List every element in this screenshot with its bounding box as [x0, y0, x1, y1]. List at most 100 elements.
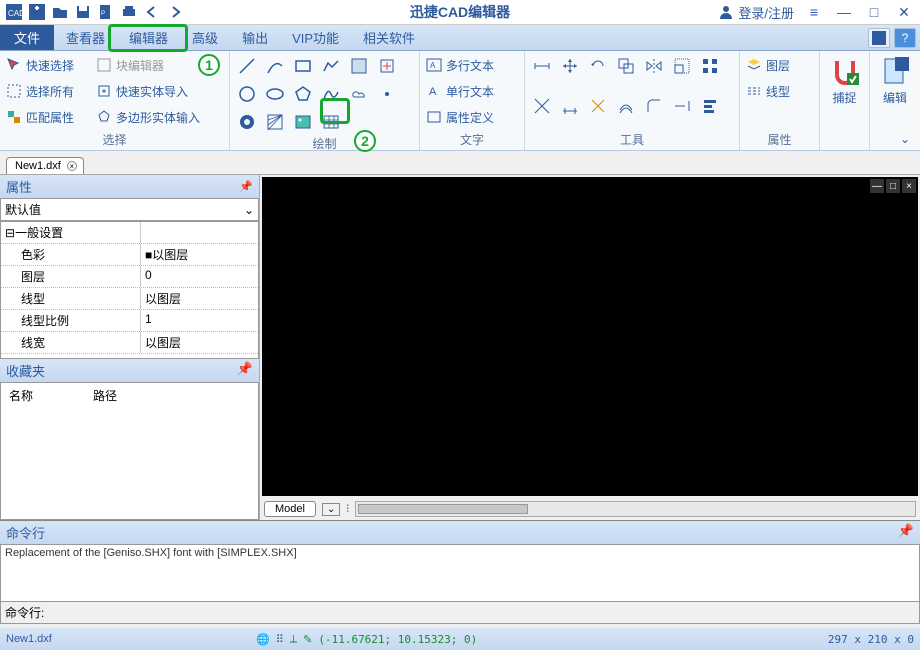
- mtext[interactable]: A多行文本: [426, 55, 494, 75]
- text[interactable]: A单行文本: [426, 81, 494, 101]
- prop-val[interactable]: 1: [141, 310, 258, 331]
- fillet-icon[interactable]: [643, 95, 665, 117]
- login-button[interactable]: 登录/注册: [718, 3, 794, 22]
- match-props[interactable]: 匹配属性: [6, 107, 96, 127]
- ribbon-collapse-icon[interactable]: ⌄: [900, 132, 916, 148]
- line-icon[interactable]: [236, 55, 258, 77]
- grid-toggle-icon[interactable]: ⠿: [276, 633, 284, 646]
- spline-icon[interactable]: [320, 83, 342, 105]
- undo-icon[interactable]: [142, 2, 162, 22]
- hatch-icon[interactable]: [264, 111, 286, 133]
- tab-viewer[interactable]: 查看器: [54, 25, 117, 50]
- status-file: New1.dxf: [6, 633, 256, 645]
- circle-icon[interactable]: [236, 83, 258, 105]
- trim-icon[interactable]: [531, 95, 553, 117]
- quick-entity-import[interactable]: 快速实体导入: [96, 81, 200, 101]
- default-value-dropdown[interactable]: 默认值⌄: [0, 198, 259, 221]
- select-all[interactable]: 选择所有: [6, 81, 96, 101]
- align-icon[interactable]: [699, 95, 721, 117]
- linetype-btn[interactable]: 线型: [746, 81, 790, 101]
- table-icon[interactable]: [320, 111, 342, 133]
- image-icon[interactable]: [292, 111, 314, 133]
- explode-icon[interactable]: [587, 95, 609, 117]
- ortho-toggle-icon[interactable]: ⟂: [290, 633, 297, 646]
- insert-icon[interactable]: [376, 55, 398, 77]
- prop-key: 图层: [1, 266, 141, 287]
- polyline-icon[interactable]: [320, 55, 342, 77]
- rect-icon[interactable]: [292, 55, 314, 77]
- polygon-entity-input[interactable]: 多边形实体输入: [96, 107, 200, 127]
- pdf-icon[interactable]: P: [96, 2, 116, 22]
- group-text-label: 文字: [426, 129, 518, 148]
- snap-button[interactable]: 捕捉: [825, 55, 865, 106]
- print-icon[interactable]: [119, 2, 139, 22]
- donut-icon[interactable]: [236, 111, 258, 133]
- model-tab[interactable]: Model: [264, 501, 316, 517]
- tab-dropdown-icon[interactable]: ⌄: [322, 503, 340, 516]
- status-icon[interactable]: 🌐: [256, 633, 270, 646]
- mirror-icon[interactable]: [643, 55, 665, 77]
- prop-val[interactable]: ■以图层: [141, 244, 258, 265]
- doc-tab[interactable]: New1.dxf ×: [6, 157, 84, 174]
- annotation-1: 1: [198, 54, 220, 76]
- pin-icon[interactable]: 📌: [239, 180, 253, 193]
- rotate-icon[interactable]: [587, 55, 609, 77]
- point-icon[interactable]: [376, 83, 398, 105]
- extend-icon[interactable]: [671, 95, 693, 117]
- dim2-icon[interactable]: [559, 95, 581, 117]
- tab-vip[interactable]: VIP功能: [280, 25, 351, 50]
- favorites-header: 收藏夹📌: [0, 359, 259, 382]
- prop-val[interactable]: 0: [141, 266, 258, 287]
- snap-toggle-icon[interactable]: ✎: [303, 633, 312, 646]
- scale-icon[interactable]: [671, 55, 693, 77]
- attr-def[interactable]: 属性定义: [426, 107, 494, 127]
- cloud-icon[interactable]: [348, 83, 370, 105]
- copy-icon[interactable]: [615, 55, 637, 77]
- canvas-max-icon[interactable]: □: [886, 179, 900, 193]
- drawing-canvas[interactable]: — □ ×: [262, 177, 918, 496]
- offset-icon[interactable]: [615, 95, 637, 117]
- cmd-input[interactable]: [50, 606, 915, 620]
- move-icon[interactable]: [559, 55, 581, 77]
- canvas-min-icon[interactable]: —: [870, 179, 884, 193]
- layer-btn[interactable]: 图层: [746, 55, 790, 75]
- fav-col-path: 路径: [93, 387, 117, 404]
- prop-val[interactable]: 以图层: [141, 288, 258, 309]
- canvas-close-icon[interactable]: ×: [902, 179, 916, 193]
- quick-select[interactable]: 快速选择: [6, 55, 96, 75]
- svg-text:A: A: [430, 61, 436, 70]
- dim-icon[interactable]: [531, 55, 553, 77]
- prop-val[interactable]: 以图层: [141, 332, 258, 353]
- app-icon[interactable]: CAD: [4, 2, 24, 22]
- statusbar: New1.dxf 🌐 ⠿ ⟂ ✎ (-11.67621; 10.15323; 0…: [0, 628, 920, 650]
- save-icon[interactable]: [73, 2, 93, 22]
- svg-text:CAD: CAD: [8, 9, 22, 18]
- array-icon[interactable]: [699, 55, 721, 77]
- tab-output[interactable]: 输出: [230, 25, 280, 50]
- new-icon[interactable]: [27, 2, 47, 22]
- open-icon[interactable]: [50, 2, 70, 22]
- ellipse-icon[interactable]: [264, 83, 286, 105]
- tab-editor[interactable]: 编辑器: [117, 25, 180, 50]
- block-editor[interactable]: 块编辑器: [96, 55, 200, 75]
- prop-group[interactable]: ⊟一般设置: [1, 222, 141, 243]
- tab-advanced[interactable]: 高级: [180, 25, 230, 50]
- arc-icon[interactable]: [264, 55, 286, 77]
- region-icon[interactable]: [348, 55, 370, 77]
- polygon-icon[interactable]: [292, 83, 314, 105]
- tab-related[interactable]: 相关软件: [351, 25, 427, 50]
- pin-icon[interactable]: 📌: [237, 361, 253, 380]
- style-icon[interactable]: [868, 28, 890, 48]
- pin-icon[interactable]: 📌: [898, 523, 914, 542]
- menu-icon[interactable]: ≡: [804, 2, 824, 22]
- close-icon[interactable]: ✕: [894, 2, 914, 22]
- hscrollbar[interactable]: [355, 501, 916, 517]
- help-icon[interactable]: ?: [894, 28, 916, 48]
- tab-close-icon[interactable]: ×: [67, 161, 77, 171]
- minimize-icon[interactable]: —: [834, 2, 854, 22]
- redo-icon[interactable]: [165, 2, 185, 22]
- edit-button[interactable]: 编辑: [875, 55, 915, 106]
- maximize-icon[interactable]: □: [864, 2, 884, 22]
- props-panel-header: 属性📌: [0, 175, 259, 198]
- menu-file[interactable]: 文件: [0, 25, 54, 50]
